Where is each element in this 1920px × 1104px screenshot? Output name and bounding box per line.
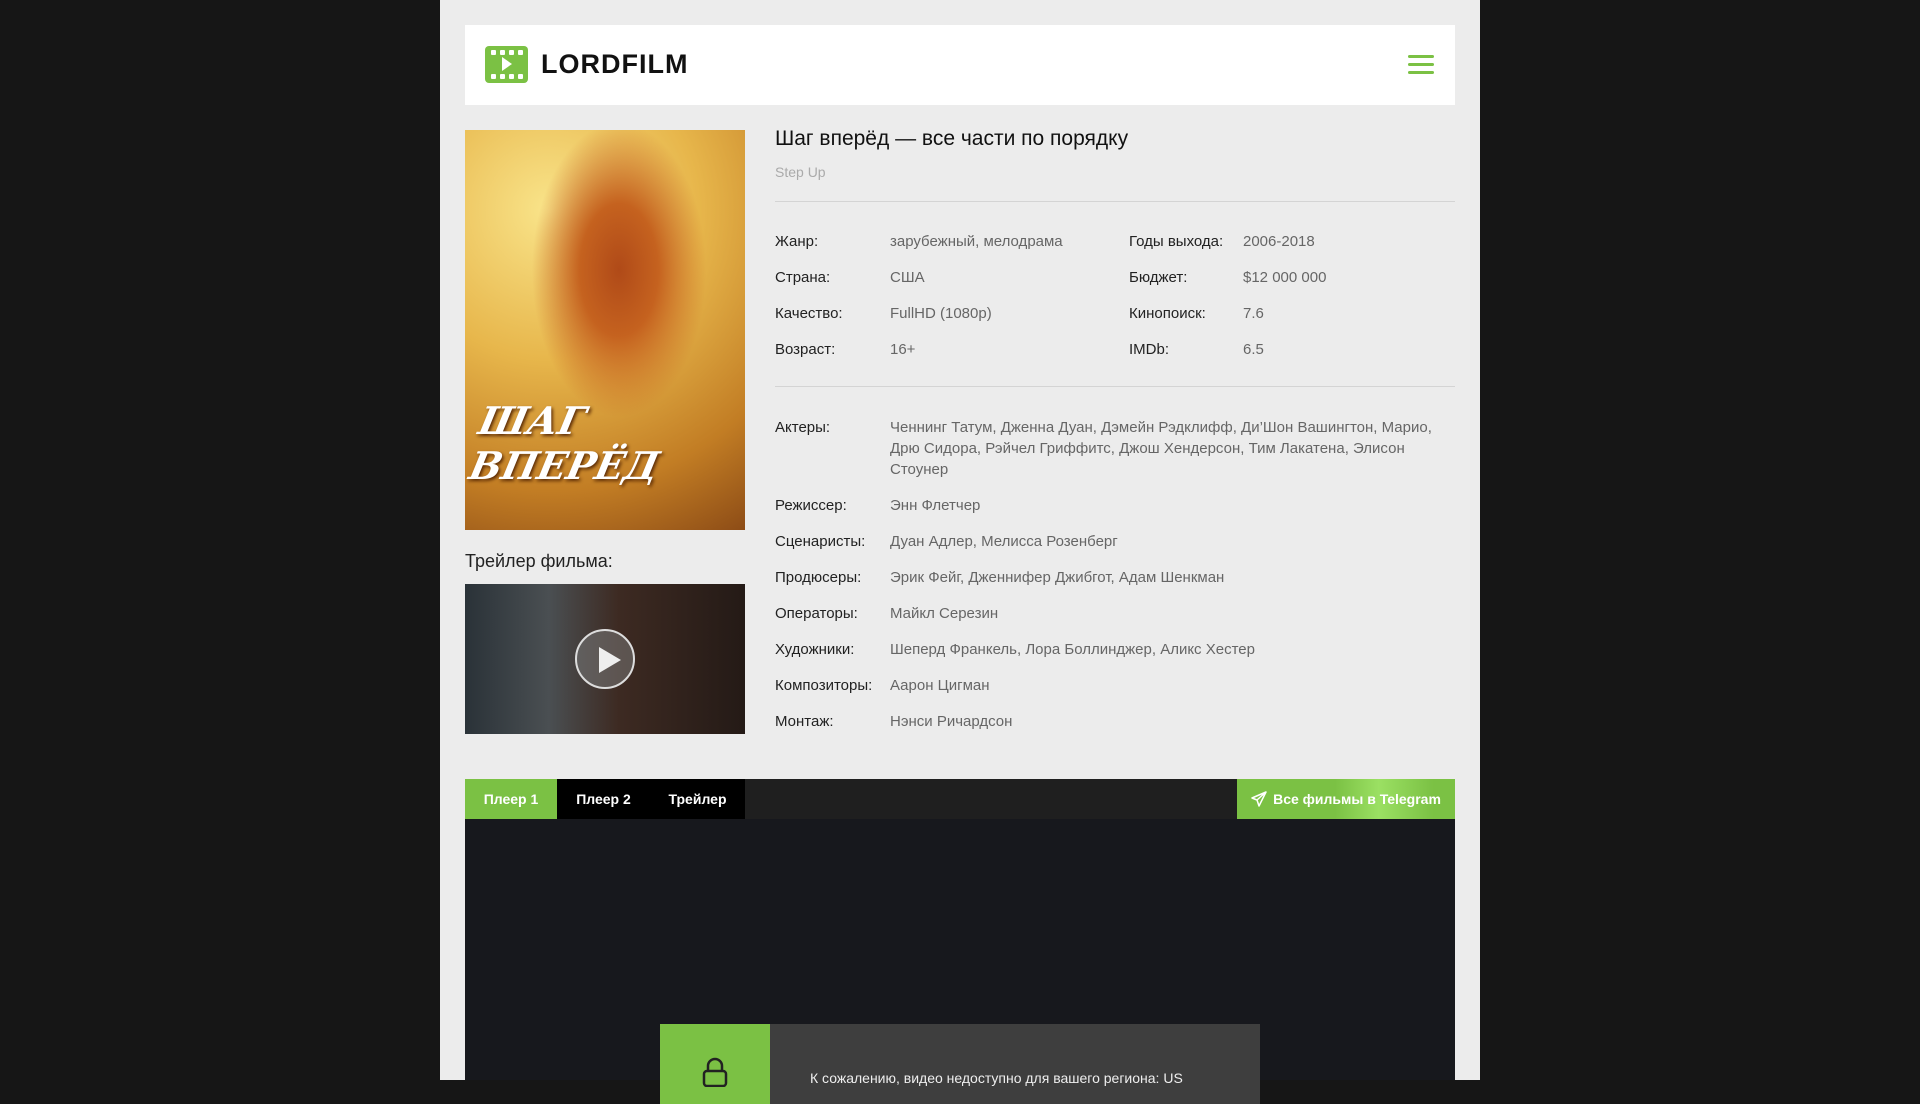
credit-row: Режиссер: Энн Флетчер [775, 495, 1455, 516]
info-label: Бюджет: [1129, 269, 1188, 286]
trailer-thumbnail[interactable] [465, 584, 745, 734]
film-credits: Актеры: Ченнинг Татум, Дженна Дуан, Дэмей… [775, 417, 1455, 747]
credit-value[interactable]: Майкл Серезин [890, 603, 998, 624]
info-value[interactable]: США [890, 269, 925, 286]
site-header: LORDFILM [465, 25, 1455, 105]
info-label: Годы выхода: [1129, 233, 1224, 250]
credit-label: Продюсеры: [775, 569, 862, 586]
credit-row: Художники: Шеперд Франкель, Лора Боллиндж… [775, 639, 1455, 660]
telegram-button[interactable]: Все фильмы в Telegram [1237, 779, 1455, 819]
region-block-message: К сожалению, видео недоступно для вашего… [660, 1024, 1260, 1104]
info-label: Страна: [775, 269, 831, 286]
logo-text[interactable]: LORDFILM [541, 49, 688, 80]
credit-row: Монтаж: Нэнси Ричардсон [775, 711, 1455, 732]
credit-value[interactable]: Ченнинг Татум, Дженна Дуан, Дэмейн Рэдкл… [890, 417, 1455, 480]
player-tabs: Плеер 1 Плеер 2 Трейлер Все фильмы в Tel… [465, 779, 1455, 819]
divider [775, 201, 1455, 202]
credit-label: Актеры: [775, 419, 831, 436]
info-label: Жанр: [775, 233, 819, 250]
info-value: 7.6 [1243, 305, 1264, 322]
divider [775, 386, 1455, 387]
credit-label: Операторы: [775, 605, 858, 622]
video-player[interactable]: К сожалению, видео недоступно для вашего… [465, 819, 1455, 1104]
credit-label: Художники: [775, 641, 855, 658]
credit-label: Сценаристы: [775, 533, 866, 550]
film-poster: ШАГ ВПЕРЁД [465, 130, 745, 530]
credit-row: Продюсеры: Эрик Фейг, Дженнифер Джибгот, … [775, 567, 1455, 588]
info-value: $12 000 000 [1243, 269, 1327, 286]
credit-row: Актеры: Ченнинг Татум, Дженна Дуан, Дэмей… [775, 417, 1455, 480]
original-title: Step Up [775, 164, 826, 180]
credit-row: Операторы: Майкл Серезин [775, 603, 1455, 624]
tab-player-2[interactable]: Плеер 2 [557, 779, 650, 819]
lock-icon [702, 1057, 728, 1087]
tab-trailer[interactable]: Трейлер [650, 779, 745, 819]
info-value: 2006-2018 [1243, 233, 1315, 250]
telegram-label: Все фильмы в Telegram [1273, 791, 1441, 807]
info-label: Возраст: [775, 341, 836, 358]
credit-label: Композиторы: [775, 677, 873, 694]
region-message-text: К сожалению, видео недоступно для вашего… [810, 1070, 1183, 1086]
menu-icon[interactable] [1408, 55, 1434, 75]
tab-player-1[interactable]: Плеер 1 [465, 779, 557, 819]
play-icon[interactable] [575, 629, 635, 689]
page-title: Шаг вперёд — все части по порядку [775, 127, 1129, 150]
logo-film-icon[interactable] [485, 46, 528, 83]
telegram-icon [1251, 791, 1267, 807]
poster-title-art: ШАГ ВПЕРЁД [465, 398, 664, 488]
credit-label: Монтаж: [775, 713, 834, 730]
info-label: Качество: [775, 305, 843, 322]
info-value: 6.5 [1243, 341, 1264, 358]
credit-row: Сценаристы: Дуан Адлер, Мелисса Розенберг [775, 531, 1455, 552]
info-value: 16+ [890, 341, 916, 358]
info-value: FullHD (1080p) [890, 305, 992, 322]
info-label: Кинопоиск: [1129, 305, 1206, 322]
credit-value[interactable]: Нэнси Ричардсон [890, 711, 1012, 732]
credit-label: Режиссер: [775, 497, 847, 514]
credit-row: Композиторы: Аарон Цигман [775, 675, 1455, 696]
lock-panel [660, 1024, 770, 1104]
credit-value[interactable]: Шеперд Франкель, Лора Боллинджер, Аликс … [890, 639, 1255, 660]
trailer-label: Трейлер фильма: [465, 551, 613, 571]
credit-value[interactable]: Энн Флетчер [890, 495, 980, 516]
credit-value[interactable]: Дуан Адлер, Мелисса Розенберг [890, 531, 1118, 552]
info-value[interactable]: зарубежный, мелодрама [890, 233, 1063, 250]
info-label: IMDb: [1129, 341, 1170, 358]
credit-value[interactable]: Аарон Цигман [890, 675, 990, 696]
credit-value[interactable]: Эрик Фейг, Дженнифер Джибгот, Адам Шенкм… [890, 567, 1224, 588]
